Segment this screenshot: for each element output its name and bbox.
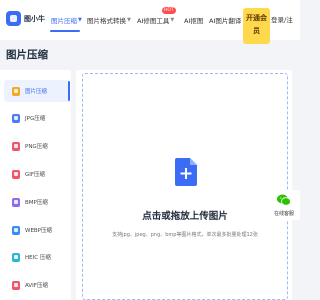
nav-image-compress[interactable]: 图片压缩 ▼ bbox=[51, 15, 82, 25]
avif-icon bbox=[12, 280, 20, 290]
bmp-icon bbox=[12, 197, 20, 207]
heic-icon bbox=[12, 252, 20, 262]
image-icon bbox=[12, 86, 20, 96]
sidebar-item-jpg[interactable]: JPG压缩 bbox=[4, 107, 70, 129]
sidebar: 图片压缩 JPG压缩 PNG压缩 GIF压缩 BMP压缩 WEBP压缩 HEIC… bbox=[0, 70, 71, 300]
chevron-down-icon: ▼ bbox=[127, 17, 131, 23]
sidebar-item-png[interactable]: PNG压缩 bbox=[4, 135, 70, 157]
nav-label: AI修图工具 bbox=[137, 17, 170, 25]
sidebar-item-avif[interactable]: AVIF压缩 bbox=[4, 274, 70, 296]
upload-title[interactable]: 点击或拖放上传图片 bbox=[82, 208, 288, 222]
nav-format-convert[interactable]: 图片格式转换 ▼ bbox=[87, 15, 131, 25]
nav-label: 图片格式转换 bbox=[87, 17, 126, 25]
hot-badge: HOT bbox=[162, 7, 176, 14]
sidebar-item-label: HEIC 压缩 bbox=[25, 255, 51, 261]
sidebar-item-gif[interactable]: GIF压缩 bbox=[4, 163, 70, 185]
chevron-down-icon: ▼ bbox=[170, 17, 175, 23]
upload-drop-zone[interactable] bbox=[82, 73, 288, 300]
sidebar-item-image-compress[interactable]: 图片压缩 bbox=[4, 80, 70, 102]
sidebar-item-label: WEBP压缩 bbox=[25, 228, 53, 234]
nav-label: 图片压缩 bbox=[51, 17, 77, 25]
logo[interactable]: 图小牛 bbox=[6, 11, 45, 26]
sidebar-item-label: BMP压缩 bbox=[25, 200, 48, 206]
online-service-button[interactable]: 在线客服 bbox=[268, 190, 300, 220]
sidebar-item-label: AVIF压缩 bbox=[25, 283, 48, 289]
nav-ai-translate[interactable]: AI图片翻译 bbox=[209, 15, 241, 25]
sidebar-item-label: PNG压缩 bbox=[25, 144, 48, 150]
sidebar-item-label: GIF压缩 bbox=[25, 172, 46, 178]
top-nav: 图小牛 图片压缩 ▼ 图片格式转换 ▼ AI修图工具 ▼ HOT AI抠图 AI… bbox=[0, 0, 300, 44]
sidebar-item-label: 图片压缩 bbox=[25, 89, 48, 95]
wechat-icon bbox=[277, 194, 291, 206]
gif-icon bbox=[12, 169, 20, 179]
sidebar-item-webp[interactable]: WEBP压缩 bbox=[4, 219, 70, 241]
nav-label: AI图片翻译 bbox=[209, 17, 242, 25]
vip-button[interactable]: 开通会员 bbox=[243, 8, 270, 44]
chevron-down-icon: ▼ bbox=[78, 17, 82, 23]
webp-icon bbox=[12, 225, 20, 235]
page-title: 图片压缩 bbox=[6, 49, 48, 61]
nav-label: AI抠图 bbox=[184, 17, 204, 25]
upload-hint: 支持jpg、jpeg、png、bmp等图片格式，单次最多批量处理12张 bbox=[112, 232, 258, 238]
document-plus-icon[interactable] bbox=[175, 158, 197, 186]
nav-active-indicator bbox=[50, 30, 80, 32]
login-button[interactable]: 登录/注 bbox=[271, 14, 293, 24]
logo-icon bbox=[6, 11, 21, 26]
sidebar-item-bmp[interactable]: BMP压缩 bbox=[4, 191, 70, 213]
service-label: 在线客服 bbox=[273, 211, 294, 217]
nav-ai-cutout[interactable]: AI抠图 bbox=[184, 15, 203, 25]
jpg-icon bbox=[12, 113, 20, 123]
sidebar-item-heic[interactable]: HEIC 压缩 bbox=[4, 246, 70, 268]
sidebar-item-label: JPG压缩 bbox=[25, 116, 46, 122]
nav-ai-retouch[interactable]: AI修图工具 ▼ bbox=[137, 15, 174, 25]
logo-text: 图小牛 bbox=[24, 14, 45, 23]
png-icon bbox=[12, 141, 20, 151]
